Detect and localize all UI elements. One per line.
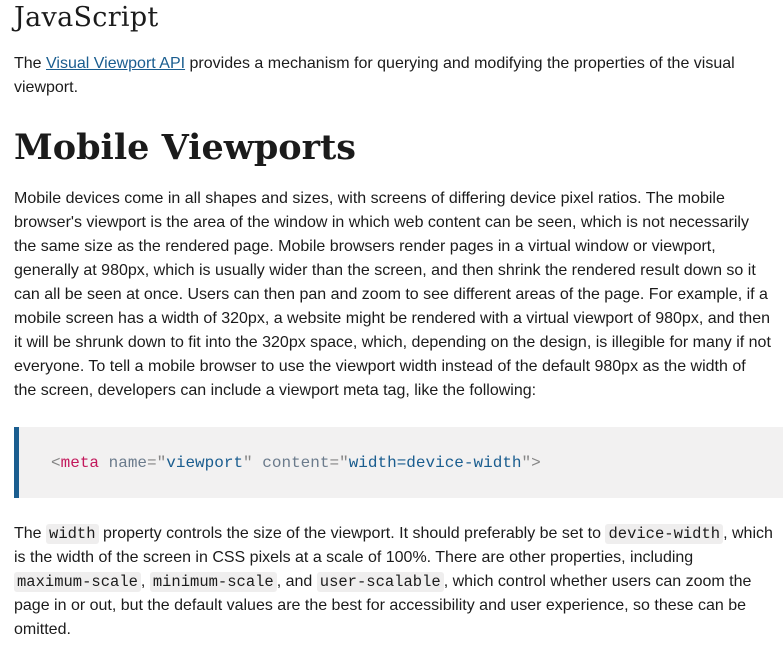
code-maximum-scale: maximum-scale	[14, 572, 141, 592]
intro-prefix: The	[14, 55, 47, 72]
code-val-content: width=device-width	[348, 454, 522, 472]
code-attr-name: name	[108, 454, 148, 472]
code-close: ">	[521, 454, 541, 472]
visual-viewport-api-link[interactable]: Visual Viewport API	[46, 55, 185, 72]
p2-text-2: property controls the size of the viewpo…	[98, 525, 606, 542]
code-eq1: ="	[147, 454, 167, 472]
code-user-scalable: user-scalable	[316, 572, 444, 592]
p2-text-5: , and	[276, 573, 317, 590]
code-val-viewport: viewport	[166, 454, 244, 472]
p2-text-4: ,	[140, 573, 150, 590]
section-heading: JavaScript	[14, 2, 159, 33]
body-paragraph-1: Mobile devices come in all shapes and si…	[14, 190, 771, 399]
code-block: <meta name="viewport" content="width=dev…	[14, 427, 783, 498]
code-eq2: ="	[329, 454, 349, 472]
p2-text-1: The	[14, 525, 47, 542]
intro-paragraph: The Visual Viewport API provides a mecha…	[14, 52, 770, 100]
page-title: Mobile Viewports	[14, 127, 356, 168]
code-tag: meta	[60, 454, 100, 472]
code-minimum-scale: minimum-scale	[149, 572, 277, 592]
code-width: width	[46, 524, 99, 544]
code-quote1: "	[243, 454, 253, 472]
code-line: <meta name="viewport" content="width=dev…	[51, 452, 541, 474]
code-attr-content: content	[262, 454, 330, 472]
code-device-width: device-width	[605, 524, 724, 544]
code-open-bracket: <	[51, 454, 61, 472]
body-paragraph-2: The width property controls the size of …	[14, 522, 774, 642]
